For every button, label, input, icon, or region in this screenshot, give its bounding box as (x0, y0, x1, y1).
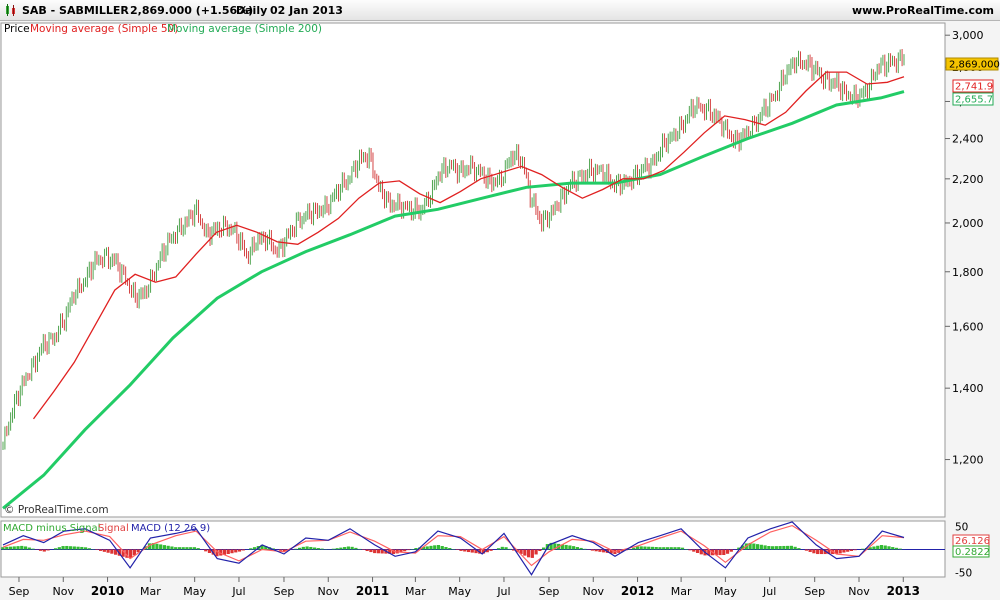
macd-y-tick-label: 50 (955, 522, 968, 534)
x-tick-label: Nov (53, 585, 75, 598)
legend-macd: MACD (12 26 9) (131, 523, 210, 534)
legend-ma50: Moving average (Simple 50) (30, 23, 178, 35)
y-tick-label: 2,400 (952, 133, 984, 146)
candlestick-app-icon (6, 4, 15, 16)
chart-title-bar: SAB - SABMILLER 2,869.000 (+1.56%) Daily… (0, 0, 1000, 21)
chart-canvas: 1,2001,4001,6001,8002,0002,2002,4002,600… (0, 22, 1000, 598)
instrument-name: SAB - SABMILLER (22, 4, 129, 17)
x-tick-label: Sep (539, 585, 560, 598)
legend-macd-signal: Signal (98, 523, 129, 534)
y-tick-label: 3,000 (952, 29, 984, 42)
x-tick-label: Sep (9, 585, 30, 598)
legend-price: Price (4, 23, 30, 35)
x-tick-label: May (183, 585, 206, 598)
x-tick-label: Nov (848, 585, 870, 598)
instrument-quote: 2,869.000 (+1.56%) (130, 4, 254, 17)
y-tick-label: 2,000 (952, 217, 984, 230)
x-tick-label: Nov (583, 585, 605, 598)
legend-ma200: Moving average (Simple 200) (167, 23, 322, 35)
x-tick-label: 2011 (356, 584, 389, 598)
x-tick-label: May (714, 585, 737, 598)
badge-price: 2,869.000 (945, 57, 1000, 71)
svg-text:2,869.000: 2,869.000 (949, 60, 1000, 71)
x-tick-label: May (448, 585, 471, 598)
macd-y-tick-label: -50 (955, 567, 972, 579)
svg-text:0.2822: 0.2822 (955, 547, 990, 558)
x-tick-label: 2013 (887, 584, 920, 598)
legend-macd-hist: MACD minus Signal (3, 523, 100, 534)
svg-text:26.126: 26.126 (955, 536, 990, 547)
x-tick-label: Jul (762, 585, 776, 598)
chart-interval: Daily (236, 4, 268, 17)
y-tick-label: 1,400 (952, 382, 984, 395)
x-tick-label: Mar (405, 585, 426, 598)
y-tick-label: 1,600 (952, 320, 984, 333)
x-tick-label: Nov (318, 585, 340, 598)
badge-macd: 26.126 (952, 534, 990, 547)
y-tick-label: 1,800 (952, 266, 984, 279)
x-tick-label: Mar (671, 585, 692, 598)
website-link[interactable]: www.ProRealTime.com (852, 4, 994, 17)
chart-date: 02 Jan 2013 (270, 4, 343, 17)
y-tick-label: 2,200 (952, 173, 984, 186)
x-tick-label: Jul (496, 585, 510, 598)
badge-ma200: 2,655.7 (952, 92, 994, 106)
svg-text:2,741.9: 2,741.9 (955, 82, 993, 93)
badge-ma50: 2,741.9 (952, 79, 994, 93)
x-tick-label: Sep (804, 585, 825, 598)
price-panel (0, 22, 946, 518)
badge-macd-hist: 0.2822 (952, 545, 990, 558)
y-tick-label: 1,200 (952, 454, 984, 467)
watermark: © ProRealTime.com (4, 504, 109, 516)
x-tick-label: Mar (140, 585, 161, 598)
svg-text:2,655.7: 2,655.7 (955, 95, 993, 106)
x-tick-label: Sep (274, 585, 295, 598)
x-tick-label: 2010 (91, 584, 124, 598)
x-tick-label: 2012 (621, 584, 654, 598)
x-tick-label: Jul (231, 585, 245, 598)
